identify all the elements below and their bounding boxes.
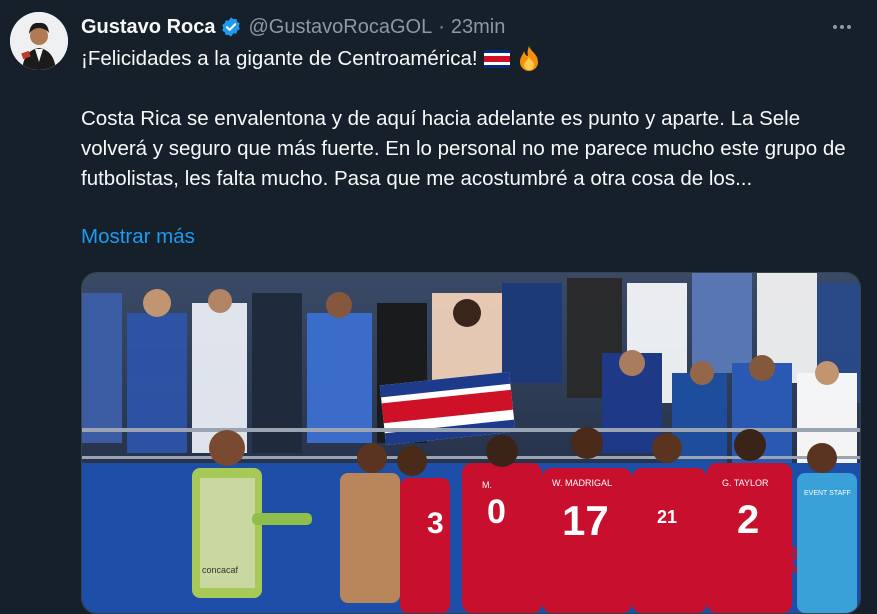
jersey-name: G. TAYLOR — [722, 478, 769, 488]
more-options-icon[interactable] — [827, 13, 857, 41]
author-handle[interactable]: @GustavoRocaGOL — [248, 16, 432, 39]
costa-rica-flag-icon — [483, 50, 510, 68]
svg-text:M.: M. — [482, 480, 492, 490]
tweet-timestamp[interactable]: 23min — [451, 16, 505, 39]
jersey-number: 3 — [427, 507, 444, 540]
author-name[interactable]: Gustavo Roca — [81, 16, 215, 39]
separator-dot: · — [438, 15, 445, 38]
tweet-body: Costa Rica se envalentona y de aquí haci… — [81, 107, 846, 190]
keeper-text: concacaf — [202, 565, 239, 575]
show-more-link[interactable]: Mostrar más — [81, 225, 195, 249]
tweet-header: Gustavo Roca @GustavoRocaGOL · 23min — [81, 13, 857, 41]
jersey-number: 2 — [737, 498, 759, 542]
jersey-name: W. MADRIGAL — [552, 478, 612, 488]
jersey-number: 17 — [562, 497, 609, 544]
tweet-text: ¡Felicidades a la gigante de Centroaméri… — [81, 44, 861, 194]
fire-emoji-icon — [519, 46, 538, 71]
jersey-number: 21 — [657, 507, 677, 527]
author-avatar[interactable] — [10, 12, 68, 70]
tweet-first-line: ¡Felicidades a la gigante de Centroaméri… — [81, 47, 478, 70]
jersey-number: 0 — [487, 493, 506, 531]
verified-badge-icon — [222, 17, 241, 37]
staff-text: EVENT STAFF — [804, 490, 851, 497]
tweet-photo[interactable]: RA concacaf 3 M. 0 W. MADRIGAL 17 2 — [81, 272, 861, 614]
